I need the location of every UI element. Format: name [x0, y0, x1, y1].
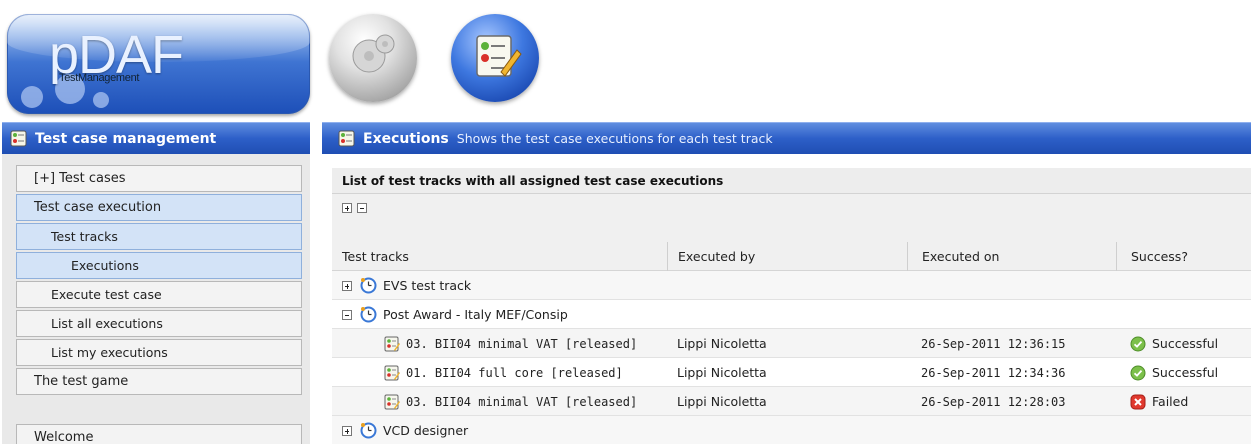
track-row[interactable]: VCD designer — [332, 416, 1251, 444]
sidebar-item-list-my-executions[interactable]: List my executions — [16, 339, 302, 366]
sidebar-item-test-tracks[interactable]: Test tracks — [16, 223, 302, 250]
track-cell: EVS test track — [332, 271, 667, 300]
track-name: Post Award - Italy MEF/Consip — [383, 307, 568, 322]
logo-bubble — [21, 86, 43, 108]
track-cell: VCD designer — [332, 416, 667, 444]
executed-on-cell: 26-Sep-2011 12:28:03 — [907, 387, 1116, 416]
column-header[interactable]: Executed on — [907, 242, 1116, 271]
checklist-icon — [338, 130, 355, 147]
executed-by: Lippi Nicoletta — [677, 336, 767, 351]
sidebar: Test case management [+] Test cases Test … — [2, 122, 310, 444]
executions-table: Test tracks Executed by Executed on Succ… — [332, 242, 1251, 444]
test-case-cell: 01. BII04 full core [released] — [332, 358, 667, 387]
execution-row[interactable]: 01. BII04 full core [released] Lippi Nico… — [332, 358, 1251, 387]
sidebar-item-test-cases[interactable]: [+] Test cases — [16, 165, 302, 192]
success-cell: Failed — [1116, 387, 1251, 416]
test-case-name[interactable]: 03. BII04 minimal VAT [released] — [406, 395, 637, 409]
sidebar-title: Test case management — [35, 130, 217, 147]
sidebar-item-label: List all executions — [51, 316, 163, 331]
sidebar-item-list-all-executions[interactable]: List all executions — [16, 310, 302, 337]
track-name: EVS test track — [383, 278, 472, 293]
sidebar-nav: [+] Test cases Test case execution Test tr… — [16, 165, 302, 444]
sidebar-item-test-case-execution[interactable]: Test case execution — [16, 194, 302, 221]
test-management-button[interactable] — [451, 14, 539, 102]
executed-on: 26-Sep-2011 12:36:15 — [921, 336, 1066, 351]
sidebar-header: Test case management — [2, 122, 310, 154]
executed-by-cell: Lippi Nicoletta — [667, 329, 907, 358]
clock-icon — [360, 306, 377, 323]
status-label: Successful — [1152, 365, 1219, 380]
column-header[interactable]: Executed by — [667, 242, 907, 271]
status-label: Failed — [1152, 394, 1189, 409]
executed-by-cell: Lippi Nicoletta — [667, 358, 907, 387]
test-case-cell: 03. BII04 minimal VAT [released] — [332, 329, 667, 358]
sidebar-item-label: Welcome — [34, 430, 94, 444]
test-case-name[interactable]: 01. BII04 full core [released] — [406, 366, 623, 380]
test-case-icon — [384, 394, 400, 409]
status-label: Successful — [1152, 336, 1219, 351]
collapse-icon[interactable] — [342, 309, 352, 320]
expand-icon[interactable] — [342, 280, 352, 291]
main-panel: Executions Shows the test case execution… — [322, 122, 1251, 444]
sidebar-item-label: Test case execution — [34, 200, 162, 215]
executed-on-cell: 26-Sep-2011 12:36:15 — [907, 329, 1116, 358]
executed-on-cell: 26-Sep-2011 12:34:36 — [907, 358, 1116, 387]
success-icon — [1130, 336, 1146, 351]
test-case-icon — [384, 336, 400, 351]
column-header[interactable]: Success? — [1116, 242, 1251, 271]
sidebar-item-label: List my executions — [51, 345, 168, 360]
pdaf-logo[interactable]: pDAF TestManagement — [7, 14, 310, 114]
sidebar-item-the-test-game[interactable]: The test game — [16, 368, 302, 395]
sidebar-item-executions[interactable]: Executions — [16, 252, 302, 279]
main-header: Executions Shows the test case execution… — [322, 122, 1251, 154]
column-header[interactable]: Test tracks — [332, 242, 667, 271]
checklist-icon — [10, 130, 27, 147]
page-description: Shows the test case executions for each … — [456, 131, 773, 146]
executed-by: Lippi Nicoletta — [677, 365, 767, 380]
executed-by: Lippi Nicoletta — [677, 394, 767, 409]
checklist-icon — [476, 35, 522, 77]
executed-by-cell: Lippi Nicoletta — [667, 387, 907, 416]
test-case-cell: 03. BII04 minimal VAT [released] — [332, 387, 667, 416]
sidebar-item-welcome[interactable]: Welcome — [16, 424, 302, 444]
logo-subtitle: TestManagement — [59, 72, 140, 84]
executed-on: 26-Sep-2011 12:28:03 — [921, 394, 1066, 409]
sidebar-item-label: [+] Test cases — [34, 171, 126, 186]
clock-icon — [360, 277, 377, 294]
track-cell: Post Award - Italy MEF/Consip — [332, 300, 667, 329]
track-row[interactable]: Post Award - Italy MEF/Consip — [332, 300, 1251, 329]
clock-icon — [360, 422, 377, 439]
expand-icon[interactable] — [342, 425, 352, 436]
sidebar-item-label: Execute test case — [51, 287, 162, 302]
failed-icon — [1130, 394, 1146, 409]
sidebar-item-label: Executions — [71, 258, 139, 273]
track-row[interactable]: EVS test track — [332, 271, 1251, 300]
list-caption: List of test tracks with all assigned te… — [332, 168, 1251, 194]
sidebar-item-execute-test-case[interactable]: Execute test case — [16, 281, 302, 308]
page-title: Executions — [363, 130, 449, 147]
executed-on: 26-Sep-2011 12:34:36 — [921, 365, 1066, 380]
execution-row[interactable]: 03. BII04 minimal VAT [released] Lippi Ni… — [332, 387, 1251, 416]
table-body: EVS test track Post Award - Italy MEF/Con… — [332, 271, 1251, 444]
table-header: Test tracks Executed by Executed on Succ… — [332, 242, 1251, 271]
gears-icon — [352, 34, 395, 73]
success-icon — [1130, 365, 1146, 380]
test-case-name[interactable]: 03. BII04 minimal VAT [released] — [406, 337, 637, 351]
expand-all-icon[interactable] — [342, 203, 352, 213]
execution-row[interactable]: 03. BII04 minimal VAT [released] Lippi Ni… — [332, 329, 1251, 358]
collapse-all-icon[interactable] — [357, 203, 367, 213]
settings-button[interactable] — [329, 14, 417, 102]
track-name: VCD designer — [383, 423, 469, 438]
success-cell: Successful — [1116, 358, 1251, 387]
test-case-icon — [384, 365, 400, 380]
success-cell: Successful — [1116, 329, 1251, 358]
logo-bubble — [93, 92, 109, 108]
sidebar-item-label: Test tracks — [51, 229, 118, 244]
expand-collapse-toolbar — [332, 194, 1251, 242]
sidebar-item-label: The test game — [34, 374, 129, 389]
